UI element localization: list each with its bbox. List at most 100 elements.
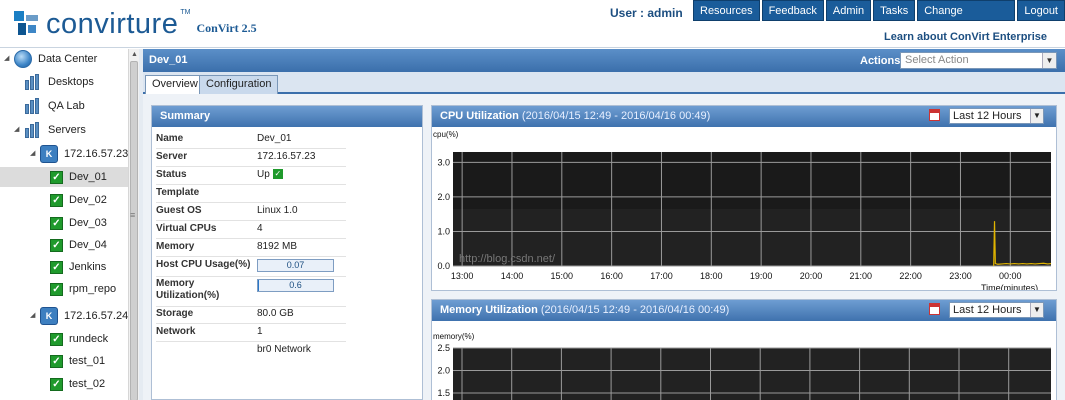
tree-node-datacenter[interactable]: ◢ Data Center	[4, 49, 97, 69]
memory-chart: 1.5 2.0 2.5	[437, 344, 1051, 400]
server-pool-icon	[24, 74, 42, 90]
tree-node-vm[interactable]: ✓ test_01	[50, 351, 105, 371]
vm-running-icon: ✓	[50, 260, 63, 274]
x-tick-label: 21:00	[850, 271, 873, 281]
summary-value: br0 Network	[257, 344, 311, 355]
tree-node-servers[interactable]: ◢ Servers	[14, 120, 86, 140]
kvm-host-icon: K	[40, 145, 58, 163]
tree-node-vm[interactable]: ✓ rpm_repo	[50, 279, 116, 299]
tasks-button[interactable]: Tasks	[873, 0, 916, 21]
tree-node-label: test_02	[69, 378, 106, 390]
calendar-icon[interactable]	[929, 109, 940, 121]
chevron-down-icon[interactable]: ▼	[1030, 303, 1043, 317]
tree-node-label: rpm_repo	[69, 283, 117, 295]
server-pool-icon	[24, 122, 42, 138]
tree-node-label: test_01	[69, 355, 106, 367]
tree-node-label: 172.16.57.23	[64, 148, 129, 160]
convirture-logo: convirture TM ConVirt 2.5	[14, 8, 257, 40]
tab-configuration[interactable]: Configuration	[199, 75, 279, 94]
tree-node-label: Servers	[48, 124, 86, 136]
tree-node-label: rundeck	[69, 333, 109, 345]
summary-value: 8192 MB	[257, 241, 298, 252]
y-tick-label: 2.0	[437, 192, 450, 202]
tree-node-host-2[interactable]: ◢ K 172.16.57.24	[30, 306, 128, 326]
cpu-period-select[interactable]: Last 12 Hours ▼	[949, 108, 1044, 124]
summary-panel: Summary Name Dev_01 Server 172.16.57.23 …	[151, 105, 423, 400]
globe-icon	[14, 50, 32, 68]
cpu-chart-range: (2016/04/15 12:49 - 2016/04/16 00:49)	[521, 110, 711, 122]
tree-node-vm-dev-01[interactable]: ✓ Dev_01	[0, 167, 128, 187]
chevron-down-icon[interactable]: ▼	[1042, 53, 1056, 68]
feedback-button[interactable]: Feedback	[761, 0, 824, 21]
vm-running-icon: ✓	[50, 377, 63, 391]
y-tick-label: 1.5	[437, 388, 450, 398]
cpu-utilization-panel: CPU Utilization (2016/04/15 12:49 - 2016…	[431, 105, 1057, 291]
logo-text: convirture	[46, 7, 179, 40]
x-tick-label: 00:00	[999, 271, 1022, 281]
calendar-icon[interactable]	[929, 303, 940, 315]
tree-scrollbar[interactable]: ▲	[128, 49, 139, 400]
change-password-button[interactable]: Change Password	[917, 0, 1016, 38]
mem-util-progress-bar: 0.6	[257, 279, 334, 292]
y-tick-label: 0.0	[437, 261, 450, 271]
tree-node-desktops[interactable]: Desktops	[24, 72, 94, 92]
summary-value: 1	[257, 326, 263, 337]
chevron-down-icon[interactable]: ▼	[1030, 109, 1043, 123]
summary-header: Summary	[152, 106, 422, 127]
tree-node-vm[interactable]: ✓ Dev_03	[50, 213, 107, 233]
admin-button[interactable]: Admin	[825, 0, 872, 21]
tree-node-host-1[interactable]: ◢ K 172.16.57.23	[30, 144, 128, 164]
summary-key: Host CPU Usage(%)	[156, 259, 251, 270]
x-tick-label: 18:00	[700, 271, 723, 281]
tree-node-label: Dev_02	[69, 194, 107, 206]
splitter-grip-icon[interactable]: ≡	[130, 210, 135, 220]
tree-node-vm[interactable]: ✓ test_02	[50, 374, 105, 394]
tree-node-vm[interactable]: ✓ Dev_04	[50, 235, 107, 255]
tree-node-vm[interactable]: ✓ rundeck	[50, 329, 108, 349]
progress-label: 0.6	[289, 280, 302, 290]
x-tick-label: 14:00	[501, 271, 524, 281]
summary-key: Name	[156, 133, 184, 144]
mem-period-select[interactable]: Last 12 Hours ▼	[949, 302, 1044, 318]
learn-enterprise-link[interactable]: Learn about ConVirt Enterprise	[884, 31, 1047, 43]
y-tick-label: 3.0	[437, 157, 450, 167]
panel-title: Dev_01	[149, 54, 188, 66]
logo-trademark: TM	[180, 8, 191, 16]
cpu-chart: 0.0 1.0 2.0 3.0 13:00 14:00 15:00 16:00 17:00 18:…	[437, 152, 1052, 290]
tab-overview[interactable]: Overview	[145, 75, 205, 94]
tree-node-label: Desktops	[48, 76, 94, 88]
tree-node-label: 172.16.57.24	[64, 310, 129, 322]
tree-node-label: Dev_01	[69, 171, 107, 183]
vm-running-icon: ✓	[50, 170, 63, 184]
x-tick-label: 19:00	[750, 271, 773, 281]
mem-chart-title: Memory Utilization	[440, 304, 538, 316]
vm-running-icon: ✓	[50, 354, 63, 368]
actions-label: Actions	[860, 55, 901, 67]
expand-arrow-icon[interactable]: ◢	[30, 144, 38, 164]
resources-button[interactable]: Resources	[693, 0, 760, 21]
tree-node-qa-lab[interactable]: QA Lab	[24, 96, 85, 116]
summary-value: 172.16.57.23	[257, 151, 316, 162]
server-pool-icon	[24, 98, 42, 114]
summary-key: Server	[156, 151, 188, 162]
expand-arrow-icon[interactable]: ◢	[4, 49, 12, 69]
tree-node-vm[interactable]: ✓ Dev_02	[50, 190, 107, 210]
kvm-host-icon: K	[40, 307, 58, 325]
summary-key: Memory	[156, 241, 195, 252]
expand-arrow-icon[interactable]: ◢	[30, 306, 38, 326]
vm-running-icon: ✓	[50, 332, 63, 346]
expand-arrow-icon[interactable]: ◢	[14, 120, 22, 140]
main-panel: Dev_01 Actions Select Action ▼ Overview …	[143, 49, 1065, 400]
top-nav: Resources Feedback Admin Tasks Change Pa…	[693, 0, 1065, 38]
action-select[interactable]: Select Action ▼	[900, 52, 1057, 69]
tree-node-vm[interactable]: ✓ Jenkins	[50, 257, 106, 277]
period-value: Last 12 Hours	[953, 110, 1022, 122]
version-label: ConVirt 2.5	[196, 20, 257, 35]
status-ok-icon: ✓	[272, 169, 283, 180]
logout-button[interactable]: Logout	[1017, 0, 1065, 21]
watermark-text: http://blog.csdn.net/	[459, 253, 556, 265]
progress-label: 0.07	[286, 260, 305, 270]
summary-key: Network	[156, 326, 196, 337]
scroll-up-icon[interactable]: ▲	[131, 51, 138, 58]
scrollbar-thumb[interactable]	[130, 61, 138, 400]
